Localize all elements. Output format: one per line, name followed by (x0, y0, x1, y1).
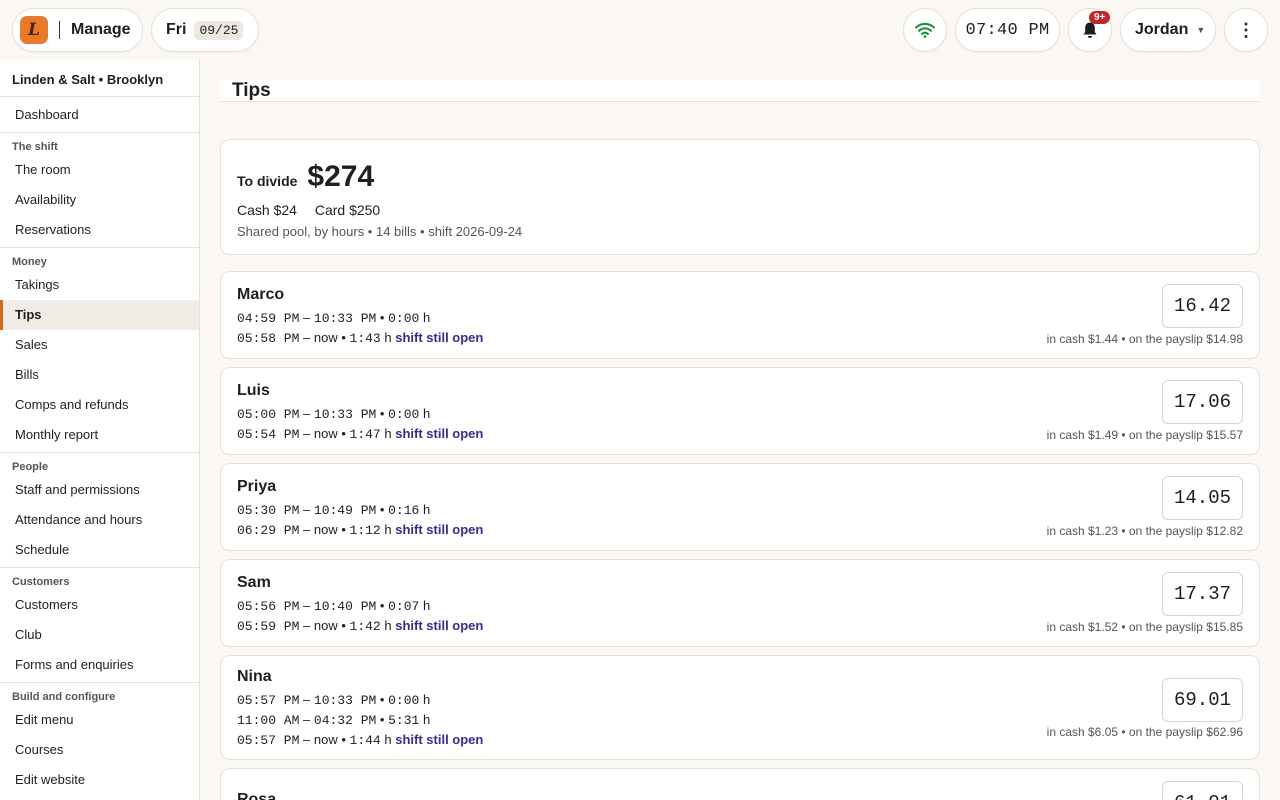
pool-note: Shared pool, by hours • 14 bills • shift… (237, 224, 523, 239)
shift-row: 05:00 PM – 10:33 PM • 0:00 h (237, 406, 431, 422)
sidebar-item-edit-website[interactable]: Edit website (0, 765, 199, 795)
sidebar-group-dashboard: Dashboard (0, 97, 199, 133)
sidebar-item-comps-refunds[interactable]: Comps and refunds (0, 390, 199, 420)
notification-badge: 9+ (1089, 11, 1111, 24)
sidebar-group-title: Money (12, 256, 47, 268)
tip-amount-field[interactable]: 69.01 (1162, 678, 1243, 722)
staff-name: Sam (237, 574, 271, 591)
tips-summary-card: To divide $274 Cash $24 Card $250 Shared… (220, 139, 1260, 255)
sidebar-group-title: Build and configure (12, 691, 116, 703)
staff-name: Nina (237, 668, 272, 685)
total-amount: $274 (307, 160, 375, 193)
sidebar-item-schedule[interactable]: Schedule (0, 535, 199, 565)
shift-open-status: shift still open (395, 426, 484, 441)
notifications-button[interactable]: 9+ (1068, 8, 1112, 52)
sidebar-item-edit-menu[interactable]: Edit menu (0, 705, 199, 735)
more-menu-button[interactable]: ⋮ (1224, 8, 1268, 52)
wifi-icon (915, 22, 935, 38)
shift-row: 05:57 PM – 10:33 PM • 0:00 h (237, 692, 431, 708)
sidebar-item-customers[interactable]: Customers (0, 590, 199, 620)
staff-tip-card: Priya 05:30 PM – 10:49 PM • 0:16 h 06:29… (220, 463, 1260, 551)
sidebar-item-attendance[interactable]: Attendance and hours (0, 505, 199, 535)
sidebar-item-dashboard[interactable]: Dashboard (0, 100, 199, 130)
tip-split: in cash $1.44 • on the payslip $14.98 (1046, 332, 1243, 346)
day-label: Fri (166, 21, 187, 38)
sidebar-group-money: Money Takings Tips Sales Bills Comps and… (0, 248, 199, 453)
shift-open-status: shift still open (395, 732, 484, 747)
sidebar-group-title: Customers (12, 576, 70, 588)
sidebar-item-availability[interactable]: Availability (0, 185, 199, 215)
sidebar-item-club[interactable]: Club (0, 620, 199, 650)
sidebar-group-people: People Staff and permissions Attendance … (0, 453, 199, 568)
page-header: Tips (220, 80, 1260, 102)
card-total: Card $250 (314, 202, 381, 218)
sidebar-group-title: People (12, 461, 49, 473)
app-logo: L (20, 16, 48, 44)
sidebar-group-title: The shift (12, 141, 58, 153)
staff-name: Rosa (237, 791, 277, 800)
clock-time: 07:40 PM (965, 20, 1050, 40)
clock: 07:40 PM (955, 8, 1060, 52)
tip-split: in cash $1.49 • on the payslip $15.57 (1046, 428, 1243, 442)
staff-tip-card: Rosa 61.01 (220, 768, 1260, 800)
staff-name: Marco (237, 286, 285, 303)
user-name: Jordan (1135, 21, 1189, 38)
cash-total: Cash $24 (237, 202, 297, 218)
shift-row: 05:30 PM – 10:49 PM • 0:16 h (237, 502, 431, 518)
date-label: 09/25 (194, 20, 244, 40)
sidebar-item-staff[interactable]: Staff and permissions (0, 475, 199, 505)
sidebar-item-takings[interactable]: Takings (0, 270, 199, 300)
section-label: Manage (71, 21, 131, 38)
staff-tip-card: Nina 05:57 PM – 10:33 PM • 0:00 h 11:00 … (220, 655, 1260, 760)
sidebar-item-tips[interactable]: Tips (0, 300, 199, 330)
staff-tip-card: Sam 05:56 PM – 10:40 PM • 0:07 h 05:59 P… (220, 559, 1260, 647)
tip-amount-field[interactable]: 16.42 (1162, 284, 1243, 328)
connection-status[interactable] (903, 8, 947, 52)
staff-tip-card: Luis 05:00 PM – 10:33 PM • 0:00 h 05:54 … (220, 367, 1260, 455)
sidebar-item-reservations[interactable]: Reservations (0, 215, 199, 245)
sidebar-item-bills[interactable]: Bills (0, 360, 199, 390)
sidebar-item-forms[interactable]: Forms and enquiries (0, 650, 199, 680)
sidebar-group-customers: Customers Customers Club Forms and enqui… (0, 568, 199, 683)
tip-split: in cash $6.05 • on the payslip $62.96 (1046, 725, 1243, 739)
tip-split: in cash $1.23 • on the payslip $12.82 (1046, 524, 1243, 538)
sidebar-item-monthly-report[interactable]: Monthly report (0, 420, 199, 450)
tip-amount-field[interactable]: 17.37 (1162, 572, 1243, 616)
venue-name: Linden & Salt • Brooklyn (0, 60, 199, 97)
chevron-down-icon: ▼ (1196, 25, 1206, 35)
sidebar-item-sales[interactable]: Sales (0, 330, 199, 360)
divider (59, 21, 60, 39)
sidebar-item-courses[interactable]: Courses (0, 735, 199, 765)
staff-name: Priya (237, 478, 277, 495)
shift-open-status: shift still open (395, 522, 484, 537)
to-divide-label: To divide (237, 173, 298, 189)
sidebar-item-the-room[interactable]: The room (0, 155, 199, 185)
shift-row: 05:56 PM – 10:40 PM • 0:07 h (237, 598, 431, 614)
sidebar: Linden & Salt • Brooklyn Dashboard The s… (0, 60, 200, 800)
user-menu[interactable]: Jordan ▼ (1120, 8, 1216, 52)
tip-amount-field[interactable]: 61.01 (1162, 781, 1243, 800)
sidebar-group-build: Build and configure Edit menu Courses Ed… (0, 683, 199, 797)
staff-name: Luis (237, 382, 270, 399)
tip-amount-field[interactable]: 17.06 (1162, 380, 1243, 424)
tip-split: in cash $1.52 • on the payslip $15.85 (1046, 620, 1243, 634)
page-title: Tips (232, 80, 271, 101)
more-vertical-icon: ⋮ (1237, 19, 1255, 40)
sidebar-group-shift: The shift The room Availability Reservat… (0, 133, 199, 248)
staff-tip-card: Marco 04:59 PM – 10:33 PM • 0:00 h 05:58… (220, 271, 1260, 359)
shift-open-status: shift still open (395, 330, 484, 345)
date-selector[interactable]: Fri 09/25 (151, 8, 259, 52)
tip-amount-field[interactable]: 14.05 (1162, 476, 1243, 520)
shift-open-status: shift still open (395, 618, 484, 633)
shift-row: 04:59 PM – 10:33 PM • 0:00 h (237, 310, 431, 326)
brand-menu[interactable]: L Manage (12, 8, 143, 52)
